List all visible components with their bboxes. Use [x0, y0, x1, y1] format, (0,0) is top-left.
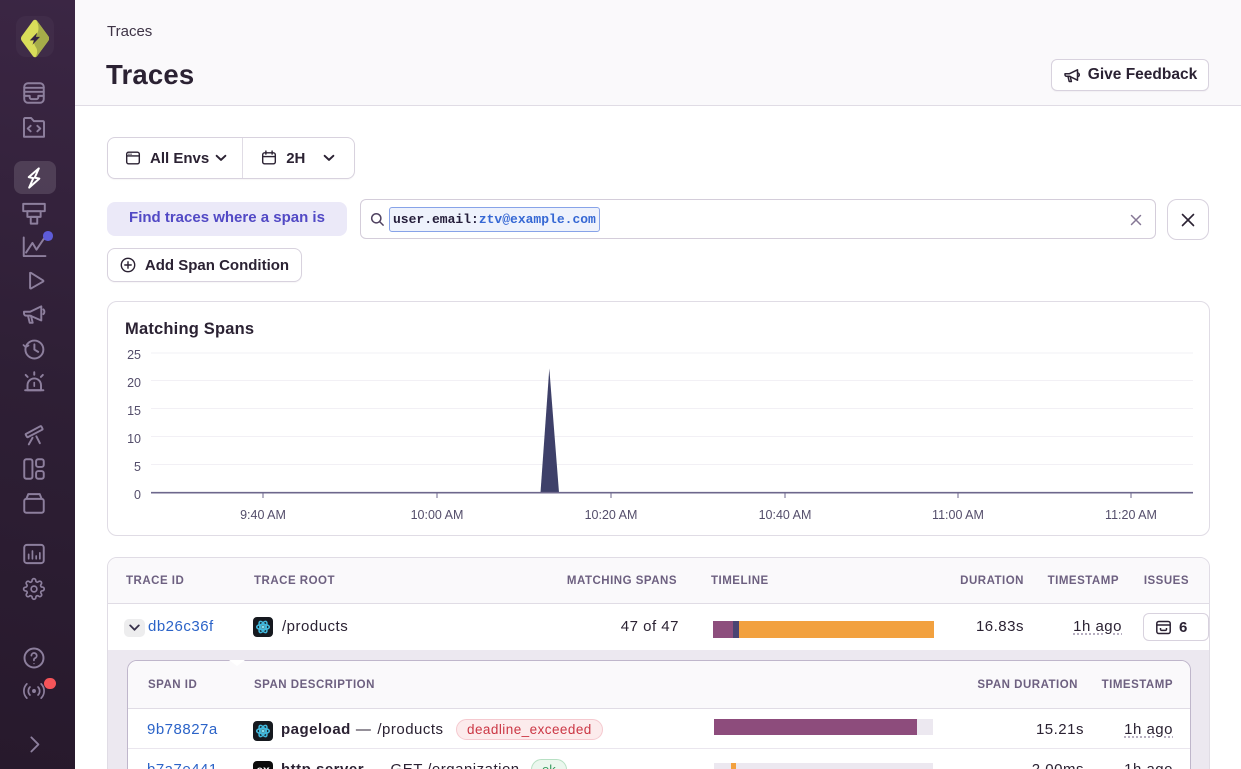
svg-text:11:00 AM: 11:00 AM	[932, 508, 984, 522]
svg-text:10: 10	[127, 432, 141, 446]
svg-text:10:20 AM: 10:20 AM	[585, 508, 638, 522]
svg-text:ex: ex	[256, 763, 270, 769]
svg-text:15: 15	[127, 404, 141, 418]
svg-text:11:20 AM: 11:20 AM	[1105, 508, 1157, 522]
svg-text:25: 25	[127, 348, 141, 362]
svg-text:10:00 AM: 10:00 AM	[411, 508, 464, 522]
svg-text:5: 5	[134, 460, 141, 474]
svg-text:9:40 AM: 9:40 AM	[240, 508, 286, 522]
svg-text:10:40 AM: 10:40 AM	[759, 508, 812, 522]
svg-text:20: 20	[127, 376, 141, 390]
svg-text:0: 0	[134, 488, 141, 502]
